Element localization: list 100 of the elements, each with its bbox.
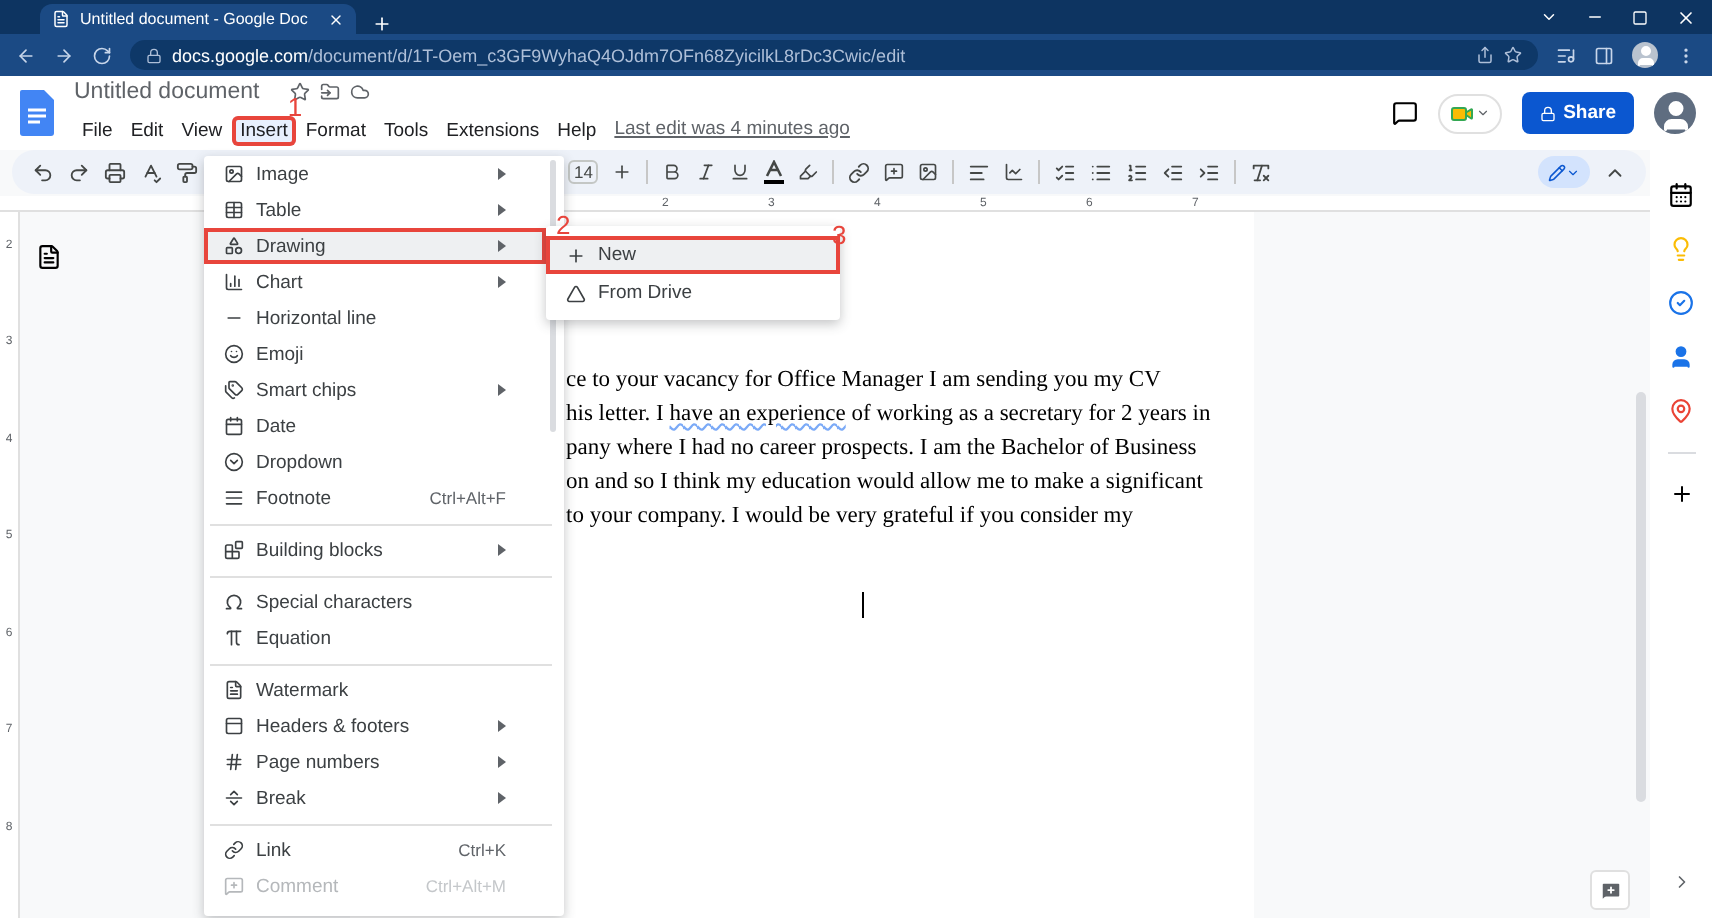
- pi-icon: [224, 628, 244, 648]
- menu-bar-item[interactable]: View: [173, 116, 231, 146]
- side-panel-icon[interactable]: [1594, 45, 1614, 65]
- menu-item[interactable]: Chart: [204, 264, 546, 300]
- drive-icon: [566, 283, 586, 303]
- menu-bar-item[interactable]: Tools: [375, 116, 437, 146]
- menu-item[interactable]: Building blocks: [204, 532, 546, 568]
- document-text-line: to your company. I would be very grateful if you consider my: [566, 502, 1135, 532]
- dropdown-icon: [224, 452, 244, 472]
- highlighter-icon[interactable]: [798, 162, 819, 182]
- folder-icon[interactable]: [319, 82, 340, 102]
- shortcut-text: Ctrl+Alt+F: [429, 488, 506, 508]
- scrollbar-thumb[interactable]: [1636, 392, 1646, 802]
- share-icon[interactable]: [1476, 46, 1494, 64]
- menu-bar-item[interactable]: Extensions: [438, 116, 548, 146]
- cloud-icon[interactable]: [349, 82, 370, 102]
- plus-icon[interactable]: [612, 162, 633, 182]
- menu-item[interactable]: Special characters: [204, 584, 546, 620]
- menu-item[interactable]: Link Ctrl+K: [204, 832, 546, 868]
- calendar-icon: [224, 416, 244, 436]
- outdent-icon[interactable]: [1162, 161, 1185, 183]
- star-icon[interactable]: [289, 82, 310, 102]
- menu-item[interactable]: Date: [204, 408, 546, 444]
- address-field[interactable]: docs.google.com/document/d/1T-Oem_c3GF9WyhaQ4OJdm7OFn68ZyicilkL8rDc3Cwic/edit: [130, 40, 1538, 70]
- undo-icon[interactable]: [32, 161, 54, 183]
- document-title[interactable]: Untitled document: [74, 80, 260, 104]
- profile-avatar[interactable]: [1654, 92, 1696, 134]
- menu-item[interactable]: Drawing: [204, 228, 546, 264]
- italic-icon[interactable]: [696, 162, 717, 182]
- menu-item[interactable]: New: [546, 236, 840, 274]
- chevron-down-icon[interactable]: [1540, 8, 1558, 26]
- numbered-list-icon[interactable]: [1126, 161, 1149, 183]
- comment-icon: [224, 876, 244, 896]
- link-icon[interactable]: [848, 161, 871, 183]
- menu-bar-item[interactable]: Help: [549, 116, 605, 146]
- add-icon[interactable]: [1669, 482, 1693, 506]
- bold-icon[interactable]: [662, 162, 683, 182]
- restore-icon[interactable]: [1632, 9, 1648, 25]
- back-icon[interactable]: [16, 45, 36, 65]
- paint-format-icon[interactable]: [176, 161, 198, 183]
- explore-button[interactable]: [1590, 870, 1630, 910]
- omega-icon: [224, 592, 244, 612]
- new-tab-icon[interactable]: [372, 14, 392, 34]
- text-cursor: [862, 592, 864, 618]
- close-icon[interactable]: [328, 11, 344, 27]
- profile-avatar[interactable]: [1632, 42, 1658, 68]
- menu-bar-item[interactable]: Format: [297, 116, 374, 146]
- underline-icon[interactable]: [730, 162, 751, 182]
- calendar-icon[interactable]: [1668, 182, 1694, 208]
- menu-item[interactable]: From Drive: [546, 274, 840, 312]
- bullet-list-icon[interactable]: [1090, 161, 1113, 183]
- menu-item[interactable]: Dropdown: [204, 444, 546, 480]
- align-icon[interactable]: [968, 161, 991, 183]
- redo-icon[interactable]: [68, 161, 90, 183]
- menu-item[interactable]: Smart chips: [204, 372, 546, 408]
- blocks-icon: [224, 540, 244, 560]
- menu-item[interactable]: Page numbers: [204, 744, 546, 780]
- last-edit-link[interactable]: Last edit was 4 minutes ago: [614, 117, 850, 139]
- menu-item[interactable]: Horizontal line: [204, 300, 546, 336]
- image-icon[interactable]: [918, 162, 939, 182]
- person-icon[interactable]: [1668, 344, 1694, 370]
- comments-icon[interactable]: [1391, 100, 1418, 126]
- map-pin-icon[interactable]: [1668, 398, 1694, 424]
- plus-icon: [566, 245, 586, 265]
- forward-icon[interactable]: [54, 45, 74, 65]
- menu-item[interactable]: Equation: [204, 620, 546, 656]
- star-icon[interactable]: [1504, 46, 1522, 64]
- font-size-field[interactable]: 14: [568, 160, 599, 184]
- editing-mode-button[interactable]: [1538, 156, 1590, 188]
- menu-item[interactable]: Break: [204, 780, 546, 816]
- smiley-icon: [224, 344, 244, 364]
- menu-item[interactable]: Headers & footers: [204, 708, 546, 744]
- menu-item[interactable]: Footnote Ctrl+Alt+F: [204, 480, 546, 516]
- document-text-line: ce to your vacancy for Office Manager I am sending you my CV: [566, 366, 1163, 396]
- spellcheck-icon[interactable]: [140, 161, 162, 183]
- outline-icon[interactable]: [36, 244, 62, 270]
- menu-item[interactable]: Watermark: [204, 672, 546, 708]
- chart-icon: [224, 272, 244, 292]
- indent-icon[interactable]: [1198, 161, 1221, 183]
- menu-item[interactable]: Image: [204, 156, 546, 192]
- meet-button[interactable]: [1437, 93, 1502, 133]
- menu-item[interactable]: Table: [204, 192, 546, 228]
- browser-tab[interactable]: Untitled document - Google Doc: [40, 4, 356, 34]
- close-icon[interactable]: [1676, 7, 1696, 27]
- print-icon[interactable]: [104, 161, 126, 183]
- menu-bar-item[interactable]: Edit: [122, 116, 172, 146]
- header-icon: [224, 716, 244, 736]
- menu-bar-item[interactable]: Insert: [232, 116, 296, 146]
- media-icon[interactable]: [1556, 45, 1576, 65]
- shapes-icon: [224, 236, 244, 256]
- share-button[interactable]: Share: [1521, 92, 1634, 134]
- menu-item[interactable]: Emoji: [204, 336, 546, 372]
- checklist-icon[interactable]: [1054, 161, 1077, 183]
- comment-icon[interactable]: [884, 162, 905, 182]
- clear-formatting-icon[interactable]: [1250, 161, 1273, 183]
- check-circle-icon[interactable]: [1668, 290, 1694, 316]
- reload-icon[interactable]: [92, 45, 112, 65]
- docs-logo-icon[interactable]: [20, 90, 54, 136]
- menu-bar-item[interactable]: File: [74, 116, 121, 146]
- text-color-icon[interactable]: [764, 160, 785, 184]
